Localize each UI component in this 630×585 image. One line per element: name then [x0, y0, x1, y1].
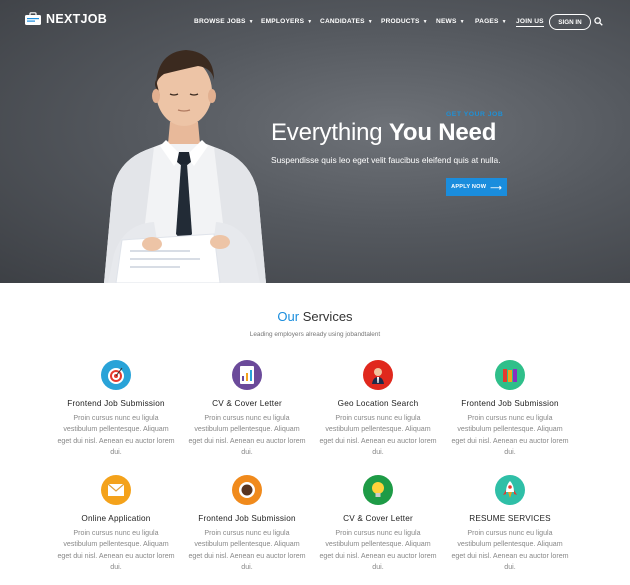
service-card: CV & Cover Letter Proin cursus nunc eu l…	[177, 360, 317, 458]
service-description: Proin cursus nunc eu ligula vestibulum p…	[57, 529, 175, 571]
search-icon[interactable]	[594, 17, 603, 26]
nav-item-join-us[interactable]: JOIN US	[516, 18, 544, 27]
nav-item-employers[interactable]: EMPLOYERS ▼	[261, 18, 312, 25]
chevron-down-icon: ▼	[422, 18, 428, 25]
arrow-right-icon: ⟶	[490, 182, 502, 192]
service-description: Proin cursus nunc eu ligula vestibulum p…	[57, 414, 175, 456]
service-title: Frontend Job Submission	[461, 399, 559, 408]
nav-item-label: PAGES	[475, 18, 499, 25]
hero-title-bold: You Need	[388, 119, 497, 146]
service-card: Geo Location Search Proin cursus nunc eu…	[308, 360, 448, 458]
service-card: Frontend Job Submission Proin cursus nun…	[440, 360, 580, 458]
nav-item-browse-jobs[interactable]: BROWSE JOBS ▼	[194, 18, 254, 25]
services-heading-accent: Our	[277, 309, 300, 324]
hero-title: Everything You Need	[271, 119, 496, 147]
rocket-icon	[495, 475, 525, 505]
hero-eyebrow: GET YOUR JOB	[446, 111, 504, 118]
hero-section: NEXTJOB BROWSE JOBS ▼ EMPLOYERS ▼ CANDIDAT…	[0, 0, 630, 283]
service-title: Geo Location Search	[337, 399, 419, 408]
service-description: Proin cursus nunc eu ligula vestibulum p…	[188, 414, 306, 456]
apply-now-label: APPLY NOW	[451, 184, 487, 190]
nav-item-label: NEWS	[436, 18, 457, 25]
service-card: Online Application Proin cursus nunc eu …	[46, 475, 186, 573]
hero-title-light: Everything	[271, 119, 389, 146]
chevron-down-icon: ▼	[367, 18, 373, 25]
service-card: Frontend Job Submission Proin cursus nun…	[46, 360, 186, 458]
brand-name: NEXTJOB	[46, 12, 108, 26]
service-title: CV & Cover Letter	[212, 399, 282, 408]
nav-item-label: CANDIDATES	[320, 18, 365, 25]
lightbulb-icon	[363, 475, 393, 505]
service-description: Proin cursus nunc eu ligula vestibulum p…	[451, 414, 569, 456]
chevron-down-icon: ▼	[459, 18, 465, 25]
chevron-down-icon: ▼	[501, 18, 507, 25]
chevron-down-icon: ▼	[307, 18, 313, 25]
service-card: CV & Cover Letter Proin cursus nunc eu l…	[308, 475, 448, 573]
hero-subtitle: Suspendisse quis leo eget velit faucibus…	[271, 155, 501, 165]
nav-item-products[interactable]: PRODUCTS ▼	[381, 18, 428, 25]
envelope-icon	[101, 475, 131, 505]
coffee-cup-icon	[232, 475, 262, 505]
services-heading-rest: Services	[299, 309, 353, 324]
target-icon	[101, 360, 131, 390]
nav-item-label: EMPLOYERS	[261, 18, 305, 25]
nav-item-pages[interactable]: PAGES ▼	[475, 18, 507, 25]
service-card: Frontend Job Submission Proin cursus nun…	[177, 475, 317, 573]
service-title: Frontend Job Submission	[198, 514, 296, 523]
service-description: Proin cursus nunc eu ligula vestibulum p…	[451, 529, 569, 571]
service-title: Online Application	[81, 514, 151, 523]
nav-item-news[interactable]: NEWS ▼	[436, 18, 465, 25]
service-title: Frontend Job Submission	[67, 399, 165, 408]
sign-in-button[interactable]: SIGN IN	[549, 14, 591, 30]
service-title: RESUME SERVICES	[469, 514, 551, 523]
briefcase-logo-icon	[25, 12, 41, 25]
service-title: CV & Cover Letter	[343, 514, 413, 523]
service-description: Proin cursus nunc eu ligula vestibulum p…	[319, 414, 437, 456]
businessman-photo	[104, 50, 266, 283]
nav-item-label: BROWSE JOBS	[194, 18, 246, 25]
apply-now-button[interactable]: APPLY NOW ⟶	[446, 178, 507, 196]
top-navbar: NEXTJOB BROWSE JOBS ▼ EMPLOYERS ▼ CANDIDAT…	[0, 0, 630, 44]
nav-item-label: PRODUCTS	[381, 18, 420, 25]
nav-item-label: JOIN US	[516, 18, 544, 25]
service-description: Proin cursus nunc eu ligula vestibulum p…	[319, 529, 437, 571]
nav-item-candidates[interactable]: CANDIDATES ▼	[320, 18, 373, 25]
brand-logo[interactable]: NEXTJOB	[24, 12, 107, 26]
businessman-icon	[363, 360, 393, 390]
service-description: Proin cursus nunc eu ligula vestibulum p…	[188, 529, 306, 571]
service-card: RESUME SERVICES Proin cursus nunc eu lig…	[440, 475, 580, 573]
chevron-down-icon: ▼	[248, 18, 254, 25]
document-chart-icon	[232, 360, 262, 390]
services-subtitle: Leading employers already using jobandta…	[249, 331, 381, 338]
folders-icon	[495, 360, 525, 390]
services-heading: Our Services	[0, 309, 630, 324]
